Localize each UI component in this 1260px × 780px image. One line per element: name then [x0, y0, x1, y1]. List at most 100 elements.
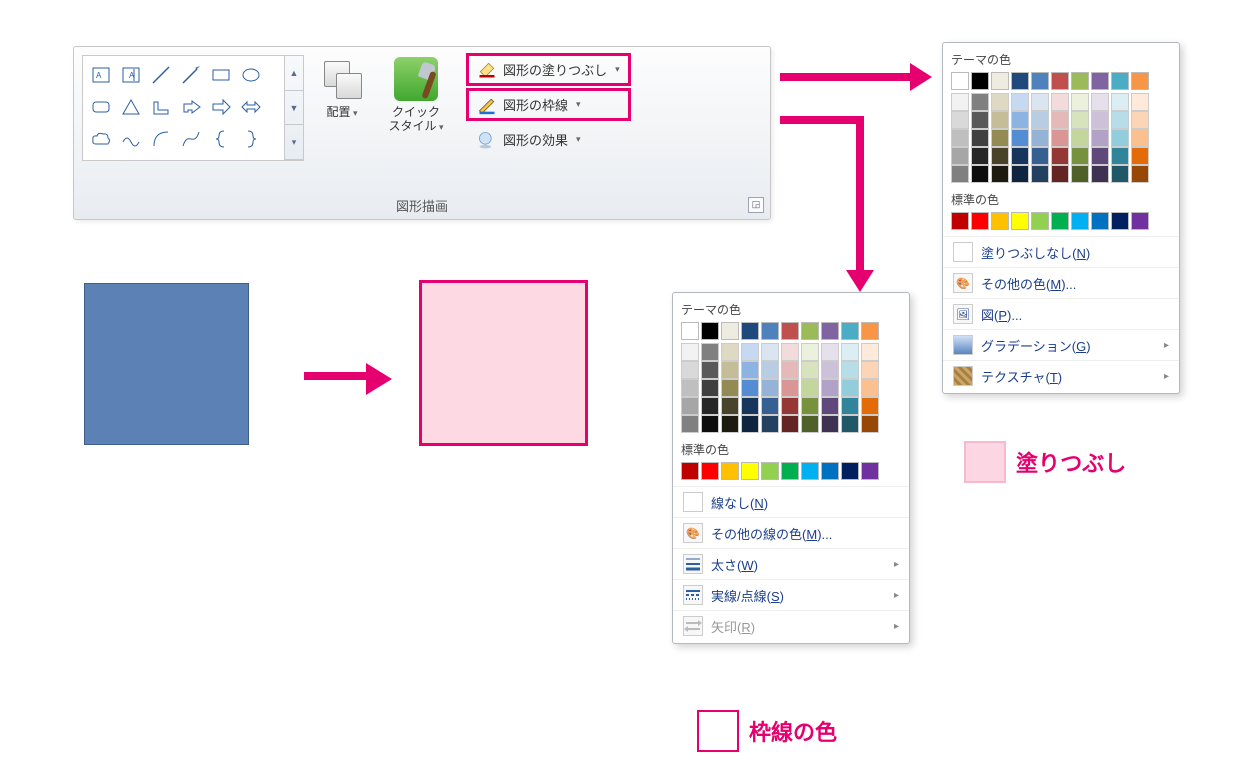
color-swatch[interactable]: [721, 322, 739, 340]
color-swatch[interactable]: [841, 322, 859, 340]
color-swatch[interactable]: [821, 361, 839, 379]
shapes-gallery[interactable]: AA ▲ ▼ ▾: [82, 55, 304, 161]
color-swatch[interactable]: [1111, 93, 1129, 111]
color-swatch[interactable]: [1091, 72, 1109, 90]
color-swatch[interactable]: [1091, 212, 1109, 230]
color-swatch[interactable]: [801, 397, 819, 415]
shape-triangle[interactable]: [117, 92, 145, 122]
shape-arc[interactable]: [147, 124, 175, 154]
shape-right-arrow[interactable]: [207, 92, 235, 122]
shape-effects-button[interactable]: 図形の効果 ▾: [466, 123, 631, 156]
shape-oval[interactable]: [237, 60, 265, 90]
color-swatch[interactable]: [801, 379, 819, 397]
color-swatch[interactable]: [821, 415, 839, 433]
quick-style-button[interactable]: クイック スタイル: [376, 57, 456, 134]
color-swatch[interactable]: [861, 322, 879, 340]
color-swatch[interactable]: [1131, 129, 1149, 147]
color-swatch[interactable]: [681, 361, 699, 379]
shape-wave[interactable]: [117, 124, 145, 154]
color-swatch[interactable]: [991, 165, 1009, 183]
texture-fill-item[interactable]: テクスチャ(T)▸: [943, 360, 1179, 391]
color-swatch[interactable]: [1111, 111, 1129, 129]
color-swatch[interactable]: [721, 379, 739, 397]
shape-right-angle[interactable]: [147, 92, 175, 122]
color-swatch[interactable]: [1071, 72, 1089, 90]
color-swatch[interactable]: [841, 343, 859, 361]
color-swatch[interactable]: [761, 397, 779, 415]
more-line-colors-item[interactable]: 🎨その他の線の色(M)...: [673, 517, 909, 548]
color-swatch[interactable]: [781, 462, 799, 480]
color-swatch[interactable]: [861, 343, 879, 361]
color-swatch[interactable]: [951, 212, 969, 230]
scroll-up-icon[interactable]: ▲: [285, 56, 303, 91]
color-swatch[interactable]: [1071, 111, 1089, 129]
color-swatch[interactable]: [951, 72, 969, 90]
shape-line-arrow[interactable]: [177, 60, 205, 90]
color-swatch[interactable]: [971, 212, 989, 230]
color-swatch[interactable]: [1031, 111, 1049, 129]
color-swatch[interactable]: [1071, 147, 1089, 165]
color-swatch[interactable]: [1011, 212, 1029, 230]
shape-rounded-rect[interactable]: [87, 92, 115, 122]
color-swatch[interactable]: [1111, 72, 1129, 90]
color-swatch[interactable]: [951, 165, 969, 183]
color-swatch[interactable]: [1091, 147, 1109, 165]
shape-rectangle[interactable]: [207, 60, 235, 90]
color-swatch[interactable]: [681, 379, 699, 397]
shape-fill-button[interactable]: 図形の塗りつぶし ▾: [466, 53, 631, 86]
color-swatch[interactable]: [991, 129, 1009, 147]
color-swatch[interactable]: [761, 322, 779, 340]
color-swatch[interactable]: [1011, 165, 1029, 183]
color-swatch[interactable]: [801, 343, 819, 361]
color-swatch[interactable]: [991, 212, 1009, 230]
color-swatch[interactable]: [1131, 72, 1149, 90]
color-swatch[interactable]: [701, 397, 719, 415]
color-swatch[interactable]: [701, 322, 719, 340]
color-swatch[interactable]: [1111, 165, 1129, 183]
color-swatch[interactable]: [721, 343, 739, 361]
color-swatch[interactable]: [701, 343, 719, 361]
color-swatch[interactable]: [1091, 129, 1109, 147]
picture-fill-item[interactable]: 🖼図(P)...: [943, 298, 1179, 329]
color-swatch[interactable]: [721, 415, 739, 433]
shape-outline-button[interactable]: 図形の枠線 ▾: [466, 88, 631, 121]
color-swatch[interactable]: [971, 72, 989, 90]
color-swatch[interactable]: [991, 111, 1009, 129]
color-swatch[interactable]: [971, 93, 989, 111]
color-swatch[interactable]: [801, 361, 819, 379]
more-fill-colors-item[interactable]: 🎨その他の色(M)...: [943, 267, 1179, 298]
color-swatch[interactable]: [1051, 72, 1069, 90]
color-swatch[interactable]: [701, 361, 719, 379]
shape-left-brace[interactable]: [207, 124, 235, 154]
color-swatch[interactable]: [801, 415, 819, 433]
shape-right-brace[interactable]: [237, 124, 265, 154]
color-swatch[interactable]: [841, 462, 859, 480]
color-swatch[interactable]: [991, 93, 1009, 111]
scroll-down-icon[interactable]: ▼: [285, 91, 303, 126]
color-swatch[interactable]: [801, 322, 819, 340]
color-swatch[interactable]: [821, 322, 839, 340]
color-swatch[interactable]: [761, 379, 779, 397]
color-swatch[interactable]: [861, 462, 879, 480]
color-swatch[interactable]: [971, 129, 989, 147]
color-swatch[interactable]: [1031, 72, 1049, 90]
color-swatch[interactable]: [1031, 129, 1049, 147]
shape-bent-arrow[interactable]: [177, 92, 205, 122]
color-swatch[interactable]: [781, 415, 799, 433]
color-swatch[interactable]: [1051, 93, 1069, 111]
color-swatch[interactable]: [681, 397, 699, 415]
color-swatch[interactable]: [781, 322, 799, 340]
color-swatch[interactable]: [1131, 147, 1149, 165]
arrange-button[interactable]: 配置: [312, 57, 372, 119]
color-swatch[interactable]: [861, 379, 879, 397]
color-swatch[interactable]: [741, 322, 759, 340]
shape-double-arrow[interactable]: [237, 92, 265, 122]
color-swatch[interactable]: [741, 462, 759, 480]
color-swatch[interactable]: [701, 379, 719, 397]
color-swatch[interactable]: [1071, 93, 1089, 111]
color-swatch[interactable]: [861, 361, 879, 379]
color-swatch[interactable]: [951, 147, 969, 165]
line-dashes-item[interactable]: 実線/点線(S)▸: [673, 579, 909, 610]
color-swatch[interactable]: [681, 462, 699, 480]
no-fill-item[interactable]: 塗りつぶしなし(N): [943, 236, 1179, 267]
